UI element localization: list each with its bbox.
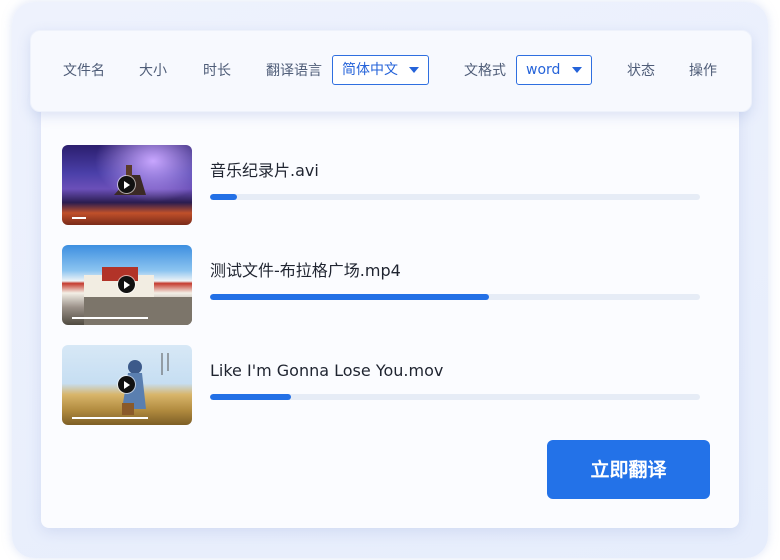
chevron-down-icon — [572, 67, 582, 73]
language-select[interactable]: 简体中文 — [332, 55, 429, 85]
video-thumbnail[interactable] — [62, 145, 192, 225]
column-format: 文格式 — [464, 63, 506, 79]
file-name: 音乐纪录片.avi — [210, 161, 319, 180]
progress-track — [210, 294, 700, 300]
progress-fill — [210, 194, 237, 200]
column-duration: 时长 — [203, 63, 231, 79]
column-language: 翻译语言 — [266, 63, 322, 79]
file-name: 测试文件-布拉格广场.mp4 — [210, 261, 401, 280]
table-header: 文件名 大小 时长 翻译语言 简体中文 文格式 word 状态 操作 — [30, 30, 752, 112]
play-icon[interactable] — [118, 176, 135, 193]
progress-track — [210, 194, 700, 200]
progress-fill — [210, 394, 291, 400]
video-thumbnail[interactable] — [62, 245, 192, 325]
play-icon[interactable] — [118, 276, 135, 293]
format-select[interactable]: word — [516, 55, 592, 85]
format-select-value: word — [526, 62, 561, 78]
file-row: 音乐纪录片.avi — [62, 145, 702, 225]
column-size: 大小 — [139, 63, 167, 79]
column-filename: 文件名 — [63, 63, 105, 79]
play-icon[interactable] — [118, 376, 135, 393]
scrub-bar — [72, 217, 86, 219]
translate-now-button[interactable]: 立即翻译 — [547, 440, 710, 499]
file-row: 测试文件-布拉格广场.mp4 — [62, 245, 702, 325]
scrub-bar — [72, 417, 148, 419]
video-thumbnail[interactable] — [62, 345, 192, 425]
progress-fill — [210, 294, 490, 300]
file-name: Like I'm Gonna Lose You.mov — [210, 361, 444, 380]
progress-track — [210, 394, 700, 400]
column-status: 状态 — [627, 63, 655, 79]
file-row: Like I'm Gonna Lose You.mov — [62, 345, 702, 425]
column-action: 操作 — [689, 63, 717, 79]
language-select-value: 简体中文 — [342, 62, 398, 78]
chevron-down-icon — [409, 67, 419, 73]
scrub-bar — [72, 317, 148, 319]
